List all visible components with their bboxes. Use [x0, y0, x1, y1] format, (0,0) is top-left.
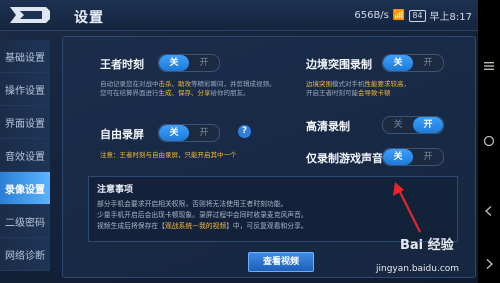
- notes-line: 视频生成后将保存在【观战系统—我的视频】中，可反复观看和分享。: [97, 222, 308, 230]
- sidebar-item-basic[interactable]: 基础设置: [0, 40, 50, 73]
- sidebar-item-interface[interactable]: 界面设置: [0, 106, 50, 139]
- hd-record-toggle[interactable]: 关 开: [382, 116, 444, 134]
- sidebar-item-secondary-password[interactable]: 二级密码: [0, 205, 50, 238]
- help-icon[interactable]: ?: [238, 125, 251, 138]
- notes-title: 注意事项: [97, 185, 134, 195]
- border-record-toggle[interactable]: 关 开: [382, 54, 444, 72]
- system-nav-bar: [478, 0, 500, 283]
- toggle-on-option[interactable]: 开: [413, 149, 443, 165]
- top-bar: 设置 656B/s 📶 84 早上8:17: [0, 0, 478, 31]
- free-record-toggle[interactable]: 关 开: [158, 124, 220, 142]
- border-record-label: 边境突围录制: [306, 58, 372, 71]
- free-record-warning: 注意：王者时刻与自由录屏，只能开启其中一个: [100, 151, 237, 159]
- hd-record-label: 高清录制: [306, 120, 350, 133]
- view-video-button[interactable]: 查看视频: [248, 252, 314, 272]
- toggle-off-option[interactable]: 关: [383, 117, 413, 133]
- home-icon[interactable]: [483, 135, 495, 147]
- toggle-on-option[interactable]: 开: [189, 55, 219, 71]
- toggle-off-option[interactable]: 关: [383, 149, 413, 165]
- free-record-label: 自由录屏: [100, 128, 144, 141]
- toggle-on-option[interactable]: 开: [413, 117, 443, 133]
- sidebar-item-recording[interactable]: 录像设置: [0, 172, 50, 205]
- toggle-on-option[interactable]: 开: [413, 55, 443, 71]
- toggle-on-option[interactable]: 开: [189, 125, 219, 141]
- sidebar: 基础设置 操作设置 界面设置 音效设置 录像设置 二级密码 网络诊断: [0, 40, 50, 271]
- page-title: 设置: [74, 10, 104, 26]
- notes-line: 少量手机开启后会出现卡顿现象。录屏过程中会同时收录麦克风声音。: [97, 211, 308, 219]
- chevron-right-icon[interactable]: [483, 258, 495, 270]
- toggle-off-option[interactable]: 关: [383, 55, 413, 71]
- status-bar: 656B/s 📶 84 早上8:17: [354, 8, 472, 23]
- toggle-off-option[interactable]: 关: [159, 55, 189, 71]
- notes-line: 部分手机会要求开启相关权限，否则将无法使用王者时刻功能。: [97, 200, 288, 208]
- border-record-description: 边境突围模式对手机性能要求较高， 开启王者时刻可能会导致卡顿: [306, 80, 410, 97]
- back-icon[interactable]: [6, 5, 52, 25]
- king-moment-description: 自动记录您在对战中击杀、助攻等精彩瞬间，并剪辑成视频。 您可在结算界面进行生成、…: [100, 80, 276, 97]
- battery-indicator: 84: [409, 9, 426, 22]
- wifi-icon: 📶: [392, 10, 406, 21]
- sidebar-item-network-diagnosis[interactable]: 网络诊断: [0, 238, 50, 271]
- game-audio-toggle[interactable]: 关 开: [382, 148, 444, 166]
- toggle-off-option[interactable]: 关: [159, 125, 189, 141]
- back-nav-icon[interactable]: [483, 205, 495, 217]
- baidu-jingyan-watermark: Bai 经验: [400, 238, 454, 253]
- notes-box: 注意事项 部分手机会要求开启相关权限，否则将无法使用王者时刻功能。 少量手机开启…: [88, 176, 458, 242]
- sidebar-item-controls[interactable]: 操作设置: [0, 73, 50, 106]
- clock: 早上8:17: [429, 12, 472, 23]
- sidebar-item-audio[interactable]: 音效设置: [0, 139, 50, 172]
- network-speed: 656B/s: [354, 10, 389, 21]
- game-audio-label: 仅录制游戏声音: [306, 152, 383, 165]
- menu-icon[interactable]: [483, 60, 495, 72]
- king-moment-label: 王者时刻: [100, 58, 144, 71]
- king-moment-toggle[interactable]: 关 开: [158, 54, 220, 72]
- watermark-url: jingyan.baidu.com: [376, 264, 460, 274]
